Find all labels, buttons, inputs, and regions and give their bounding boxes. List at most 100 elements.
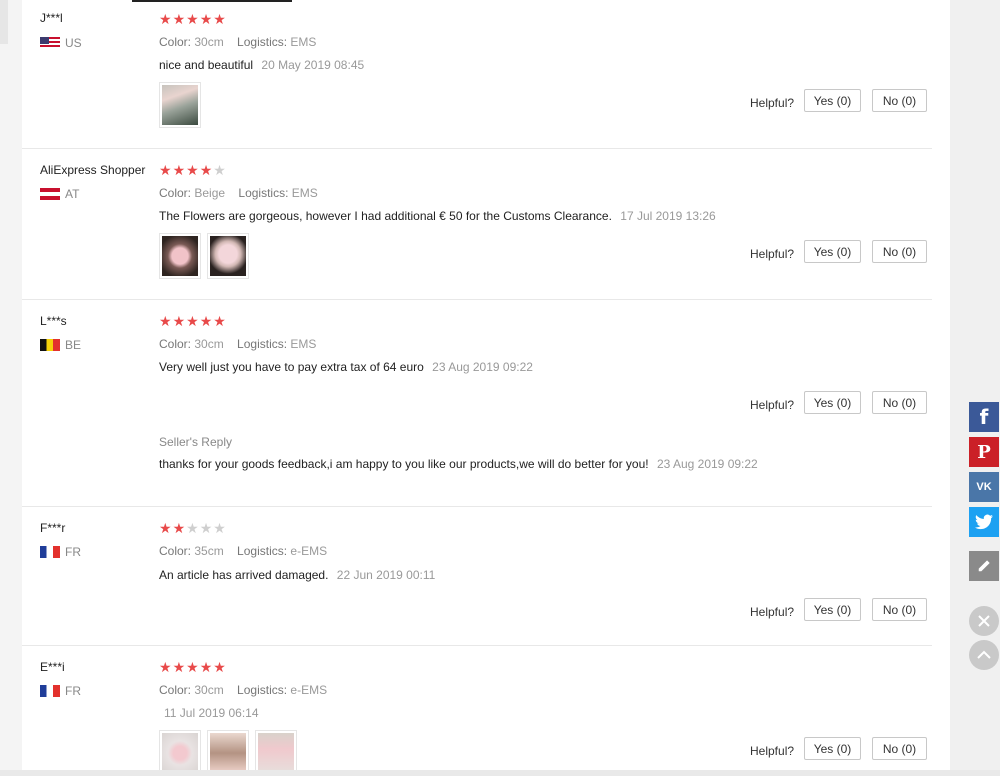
twitter-icon xyxy=(975,514,993,530)
review-text: nice and beautiful xyxy=(159,58,254,72)
star-rating: ★★★★★ xyxy=(159,314,227,328)
color-value: Beige xyxy=(194,186,226,200)
star-icon: ★ xyxy=(186,11,200,27)
reviewer-name: L***s xyxy=(40,314,67,328)
review-date: 20 May 2019 08:45 xyxy=(261,58,365,72)
review-photos xyxy=(159,82,201,128)
color-label: Color: xyxy=(159,186,192,200)
logistics-value: EMS xyxy=(290,337,317,351)
review-meta: Color: 30cm Logistics: EMS xyxy=(159,35,326,49)
reviewer-country: AT xyxy=(40,187,79,201)
color-value: 35cm xyxy=(194,544,224,558)
country-code: BE xyxy=(65,338,82,352)
facebook-share-button[interactable]: f xyxy=(969,402,999,432)
logistics-label: Logistics: xyxy=(237,337,288,351)
helpful-label: Helpful? xyxy=(750,398,795,412)
star-icon: ★ xyxy=(199,659,214,675)
star-icon: ★ xyxy=(213,11,227,27)
star-icon: ★ xyxy=(186,520,200,536)
gutter-notch xyxy=(0,0,8,44)
chevron-up-icon xyxy=(977,650,991,659)
us-flag-icon xyxy=(40,37,60,49)
star-icon: ★ xyxy=(199,520,214,536)
color-label: Color: xyxy=(159,337,192,351)
logistics-label: Logistics: xyxy=(237,544,288,558)
star-icon: ★ xyxy=(199,313,214,329)
helpful-no-button[interactable]: No (0) xyxy=(872,89,927,112)
star-rating: ★★★★★ xyxy=(159,163,227,177)
twitter-share-button[interactable] xyxy=(969,507,999,537)
vk-share-button[interactable]: VK xyxy=(969,472,999,502)
facebook-icon: f xyxy=(979,405,989,429)
helpful-no-button[interactable]: No (0) xyxy=(872,240,927,263)
review-photo-thumb[interactable] xyxy=(159,233,201,279)
review-item: AliExpress Shopper AT ★★★★★ Color: Beige… xyxy=(22,148,932,300)
pinterest-share-button[interactable]: P xyxy=(969,437,999,467)
star-icon: ★ xyxy=(186,313,200,329)
helpful-yes-button[interactable]: Yes (0) xyxy=(804,391,861,414)
seller-reply-title: Seller's Reply xyxy=(159,435,232,449)
review-text-line: Very well just you have to pay extra tax… xyxy=(159,360,533,374)
close-icon xyxy=(978,615,990,627)
fr-flag-icon xyxy=(40,546,60,558)
helpful-no-button[interactable]: No (0) xyxy=(872,391,927,414)
star-rating: ★★★★★ xyxy=(159,521,227,535)
star-icon: ★ xyxy=(172,11,187,27)
seller-reply-text: thanks for your goods feedback,i am happ… xyxy=(159,457,649,471)
review-text-line: nice and beautiful 20 May 2019 08:45 xyxy=(159,58,364,72)
country-code: AT xyxy=(65,187,80,201)
star-icon: ★ xyxy=(172,659,187,675)
country-code: US xyxy=(65,36,82,50)
close-button[interactable] xyxy=(969,606,999,636)
review-photo-thumb[interactable] xyxy=(207,233,249,279)
helpful-label: Helpful? xyxy=(750,247,795,261)
reviewer-country: BE xyxy=(40,338,81,352)
helpful-label: Helpful? xyxy=(750,744,795,758)
review-item: J***l US ★★★★★ Color: 30cm Logistics: EM… xyxy=(22,0,932,149)
logistics-value: EMS xyxy=(290,35,317,49)
review-text: An article has arrived damaged. xyxy=(159,568,329,582)
reviewer-country: US xyxy=(40,36,82,50)
review-meta: Color: 35cm Logistics: e-EMS xyxy=(159,544,337,558)
scroll-top-button[interactable] xyxy=(969,640,999,670)
star-icon: ★ xyxy=(159,520,173,536)
helpful-yes-button[interactable]: Yes (0) xyxy=(804,737,861,760)
review-date: 22 Jun 2019 00:11 xyxy=(336,568,436,582)
helpful-yes-button[interactable]: Yes (0) xyxy=(804,240,861,263)
star-icon: ★ xyxy=(213,659,227,675)
helpful-no-button[interactable]: No (0) xyxy=(872,598,927,621)
star-icon: ★ xyxy=(159,659,173,675)
edit-icon xyxy=(978,560,990,572)
color-value: 30cm xyxy=(194,683,224,697)
star-icon: ★ xyxy=(199,162,214,178)
star-icon: ★ xyxy=(186,162,200,178)
logistics-label: Logistics: xyxy=(237,683,288,697)
review-text-line: The Flowers are gorgeous, however I had … xyxy=(159,209,716,223)
review-text-line: 11 Jul 2019 06:14 xyxy=(159,706,259,720)
review-text: Very well just you have to pay extra tax… xyxy=(159,360,424,374)
reviewer-name: E***i xyxy=(40,660,65,674)
star-icon: ★ xyxy=(172,313,187,329)
star-icon: ★ xyxy=(199,11,214,27)
star-icon: ★ xyxy=(159,313,173,329)
reviewer-name: AliExpress Shopper xyxy=(40,163,146,177)
review-meta: Color: Beige Logistics: EMS xyxy=(159,186,328,200)
fr-flag-icon xyxy=(40,685,60,697)
helpful-no-button[interactable]: No (0) xyxy=(872,737,927,760)
horizontal-scrollbar[interactable] xyxy=(0,770,1000,776)
star-icon: ★ xyxy=(159,11,173,27)
pinterest-icon: P xyxy=(977,441,991,463)
seller-reply-date: 23 Aug 2019 09:22 xyxy=(656,457,758,471)
helpful-label: Helpful? xyxy=(750,96,795,110)
color-label: Color: xyxy=(159,683,192,697)
review-photo-thumb[interactable] xyxy=(159,82,201,128)
edit-button[interactable] xyxy=(969,551,999,581)
country-code: FR xyxy=(65,684,81,698)
star-rating: ★★★★★ xyxy=(159,12,227,26)
review-text-line: An article has arrived damaged. 22 Jun 2… xyxy=(159,568,435,582)
helpful-yes-button[interactable]: Yes (0) xyxy=(804,89,861,112)
seller-reply-body: thanks for your goods feedback,i am happ… xyxy=(159,455,789,474)
reviewer-name: F***r xyxy=(40,521,66,535)
helpful-yes-button[interactable]: Yes (0) xyxy=(804,598,861,621)
reviewer-country: FR xyxy=(40,684,81,698)
